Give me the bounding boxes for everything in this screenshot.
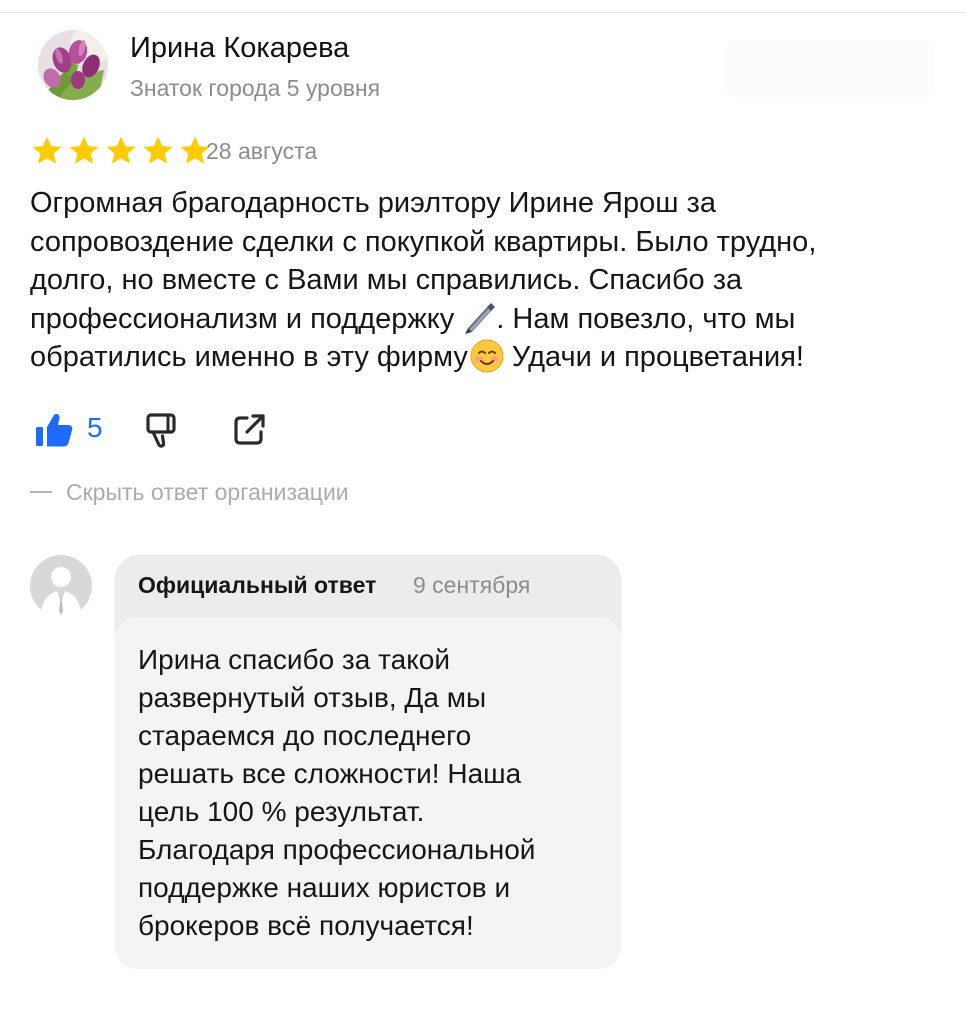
faded-action-area	[724, 40, 934, 98]
author-level: Знаток города 5 уровня	[130, 75, 381, 101]
review-text: Огромная брагодарность риэлтору Ирине Яр…	[30, 184, 910, 377]
tulips-photo-avatar	[38, 30, 108, 100]
review-line-with-emoji: профессионализм и поддержку . Нам повезло…	[30, 300, 910, 339]
response-line: поддержке наших юристов и	[138, 872, 511, 903]
official-response-label: Официальный ответ	[138, 572, 377, 598]
star-icon	[106, 136, 136, 164]
review-card: Ирина Кокарева Знаток города 5 уровня 28…	[0, 0, 966, 1024]
share-button[interactable]	[233, 414, 267, 451]
response-line: стараемся до последнего	[138, 720, 472, 751]
review-line-part: обратились именно в эту фирму	[30, 341, 468, 373]
star-icon	[69, 136, 99, 164]
review-line-part: . Нам повезло, что мы	[496, 302, 796, 335]
review-line-part: Удачи и процветания!	[503, 341, 804, 373]
review-date: 28 августа	[206, 138, 318, 164]
top-divider	[0, 12, 966, 13]
response-line: решать все сложности! Наша	[138, 758, 522, 789]
review-line: сопровоздение сделки с покупкой квартиры…	[30, 225, 817, 258]
default-user-avatar	[30, 555, 92, 617]
dislike-button[interactable]	[144, 412, 182, 453]
organization-avatar	[30, 555, 92, 617]
response-line: Благодаря профессиональной	[138, 834, 536, 865]
dash-icon	[30, 491, 52, 493]
star-icon	[32, 136, 62, 164]
like-button[interactable]	[34, 412, 74, 453]
review-line: Огромная брагодарность риэлтору Ирине Яр…	[30, 187, 716, 219]
thumbs-up-icon	[36, 414, 73, 447]
official-response-date: 9 сентября	[413, 572, 531, 598]
response-line: цель 100 % результат.	[138, 796, 425, 827]
response-line: развернутый отзыв, Да мы	[138, 682, 487, 713]
response-line: Ирина спасибо за такой	[138, 644, 450, 675]
hide-response-label: Скрыть ответ организации	[66, 479, 349, 505]
review-line: долго, но вместе с Вами мы справились. С…	[30, 264, 743, 296]
official-response-text: Ирина спасибо за такой развернутый отзыв…	[138, 641, 608, 945]
thumbs-down-icon	[146, 413, 176, 448]
like-count: 5	[87, 412, 103, 443]
review-line-part: профессионализм и поддержку	[30, 302, 455, 335]
author-avatar[interactable]	[38, 30, 108, 100]
share-icon	[234, 414, 265, 445]
hide-response-toggle[interactable]: Скрыть ответ организации	[30, 479, 349, 506]
star-icon	[143, 136, 173, 164]
star-rating	[30, 135, 212, 167]
review-line-with-emoji: обратились именно в эту фирму Удачи и пр…	[30, 338, 910, 377]
smiling-face-emoji	[470, 339, 504, 373]
response-line: брокеров всё получается!	[138, 910, 474, 941]
author-name[interactable]: Ирина Кокарева	[130, 32, 349, 65]
pen-emoji	[465, 302, 496, 334]
